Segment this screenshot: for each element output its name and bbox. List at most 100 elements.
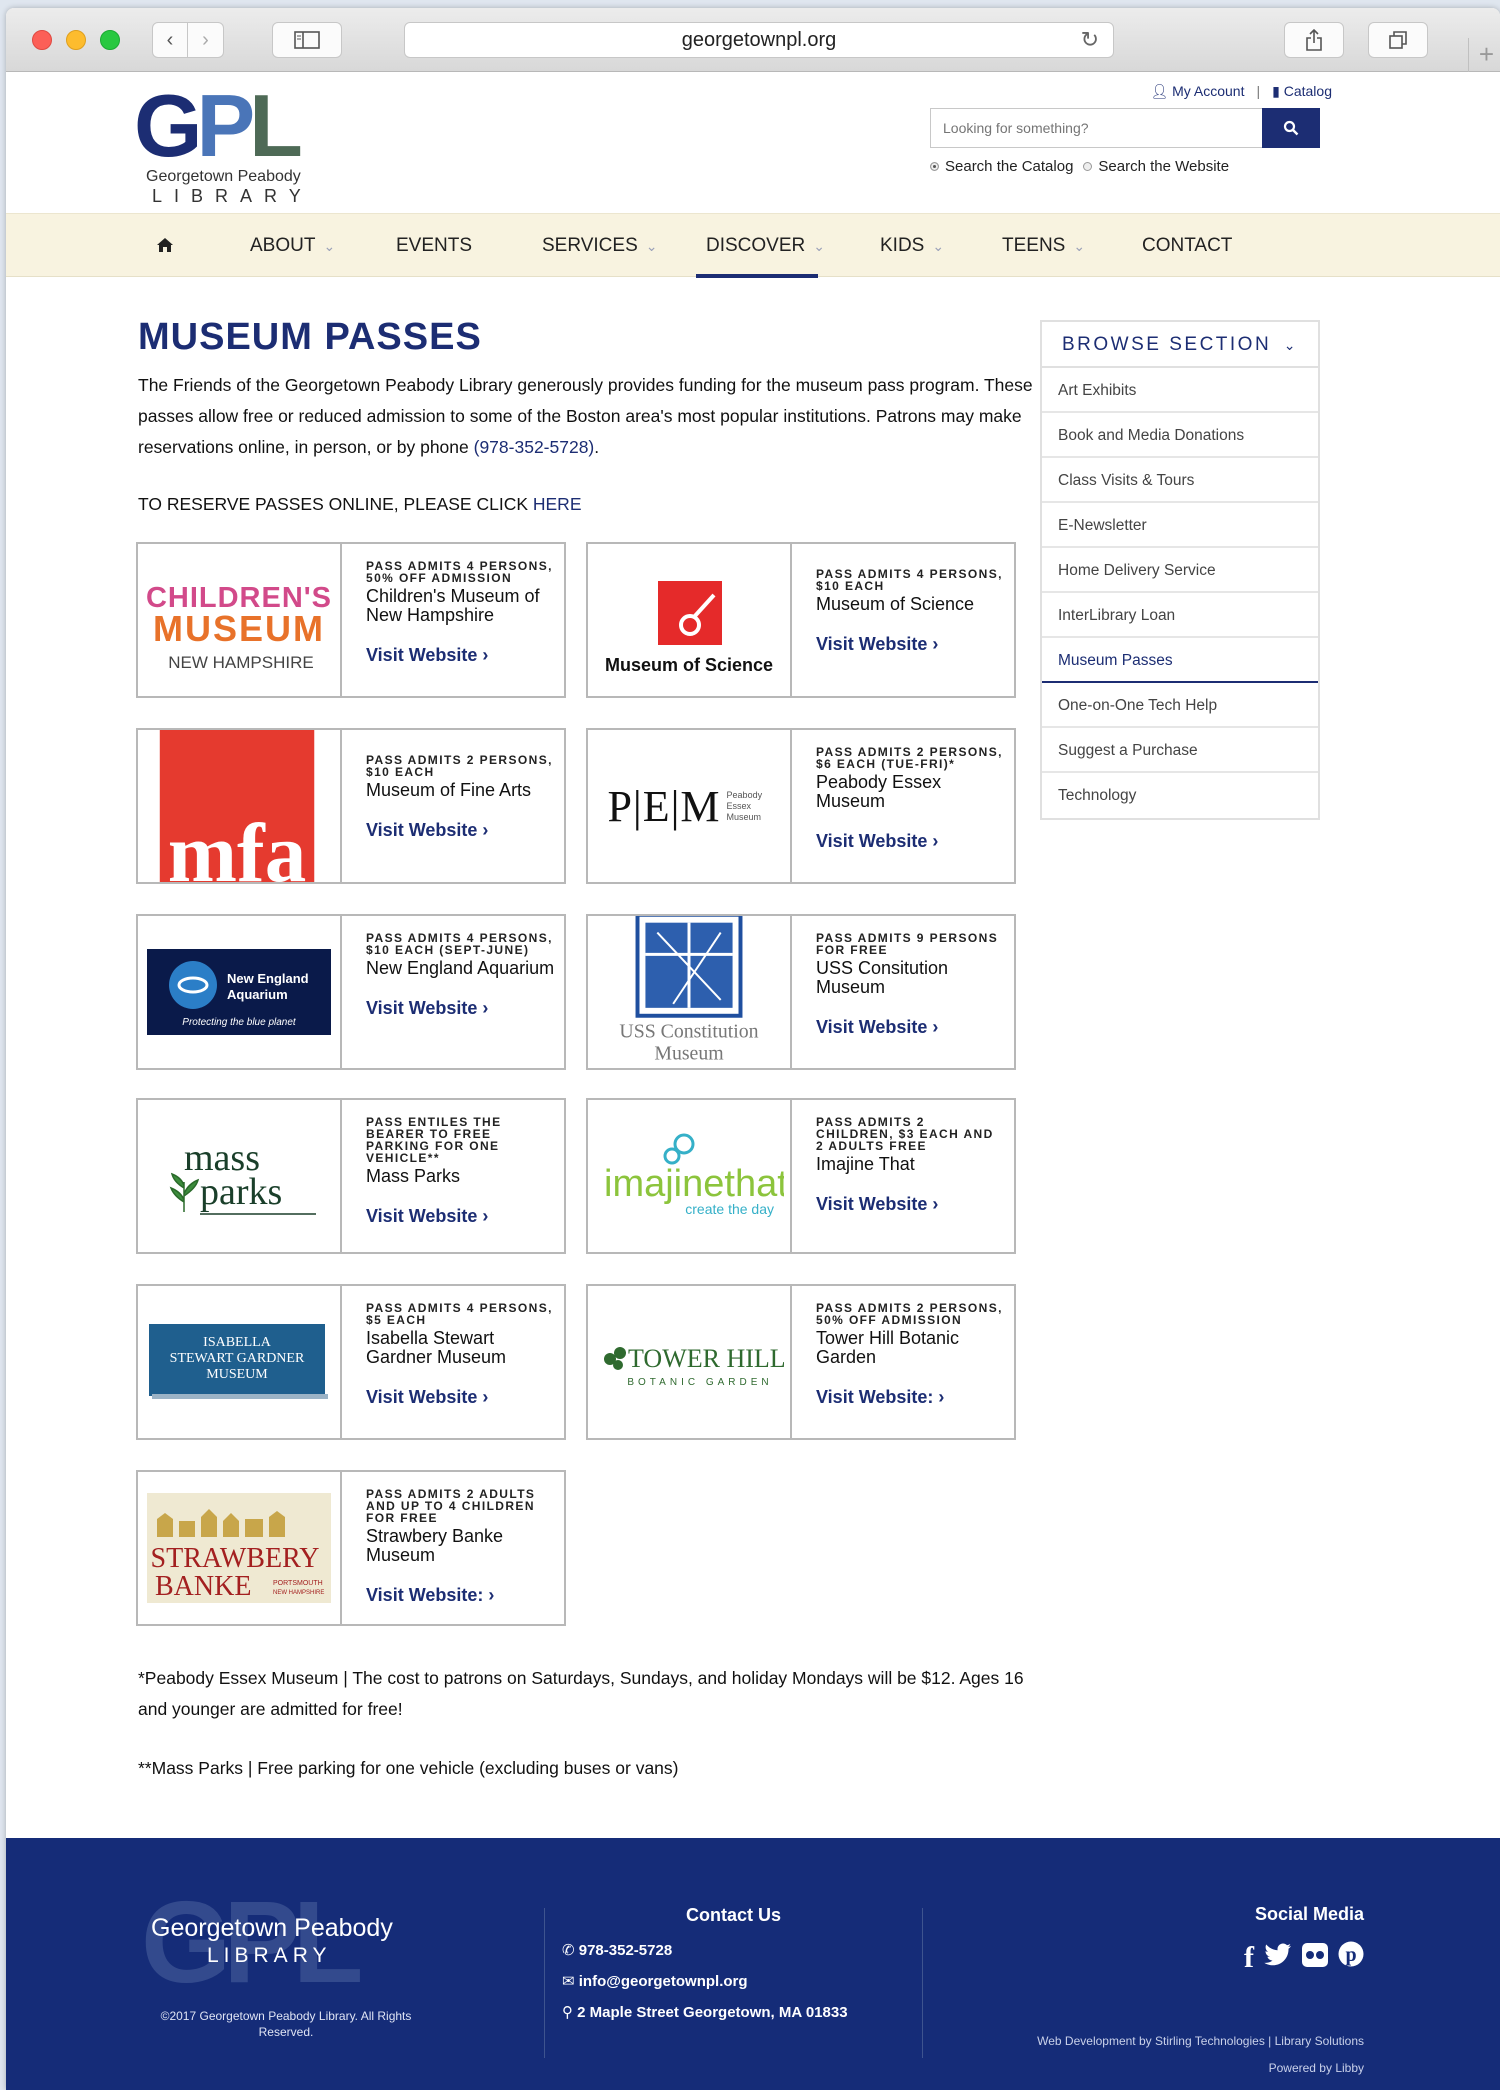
back-button[interactable]: ‹ bbox=[152, 22, 188, 58]
pass-info: PASS ENTILES THE BEARER TO FREE PARKING … bbox=[342, 1100, 564, 1252]
nav-events[interactable]: EVENTS bbox=[396, 214, 472, 278]
footer-social: Social Media f p bbox=[1244, 1904, 1364, 1975]
nav-about[interactable]: ABOUT ⌄ bbox=[250, 214, 335, 278]
reserve-here-link[interactable]: HERE bbox=[533, 494, 582, 514]
footnote-pem: *Peabody Essex Museum | The cost to patr… bbox=[138, 1668, 1024, 1719]
reload-icon[interactable]: ↻ bbox=[1081, 23, 1099, 57]
my-account-link[interactable]: 👤︎ My Account bbox=[1150, 83, 1244, 100]
visit-website-link[interactable]: Visit Website › bbox=[816, 1194, 938, 1215]
visit-website-link[interactable]: Visit Website › bbox=[816, 1017, 938, 1038]
close-window-button[interactable] bbox=[32, 30, 52, 50]
nav-kids[interactable]: KIDS ⌄ bbox=[880, 214, 944, 278]
footer-logo[interactable]: GPL Georgetown Peabody LIBRARY bbox=[141, 1884, 401, 2004]
visit-website-link[interactable]: Visit Website › bbox=[366, 1206, 488, 1227]
visit-website-link[interactable]: Visit Website › bbox=[366, 998, 488, 1019]
envelope-icon: ✉ bbox=[562, 1973, 575, 1990]
home-icon bbox=[157, 238, 173, 252]
pass-card-mfa: mfa PASS ADMITS 2 PERSONS, $10 EACH Muse… bbox=[136, 728, 566, 884]
sidebar-item-museum-passes[interactable]: Museum Passes bbox=[1042, 638, 1318, 683]
mfa-logo: mfa bbox=[138, 730, 342, 882]
tabs-overview-button[interactable] bbox=[1368, 22, 1428, 58]
sidebar-item-tech-help[interactable]: One-on-One Tech Help bbox=[1042, 683, 1318, 728]
forward-button[interactable]: › bbox=[188, 22, 224, 58]
svg-text:BANKE: BANKE bbox=[155, 1571, 251, 1602]
nav-teens[interactable]: TEENS ⌄ bbox=[1002, 214, 1085, 278]
visit-website-link[interactable]: Visit Website › bbox=[816, 634, 938, 655]
pass-name: New England Aquarium bbox=[366, 958, 555, 978]
visit-website-link[interactable]: Visit Website › bbox=[366, 645, 488, 666]
address-bar[interactable]: georgetownpl.org ↻ bbox=[404, 22, 1114, 58]
search-button[interactable] bbox=[1262, 108, 1320, 148]
footnotes: *Peabody Essex Museum | The cost to patr… bbox=[138, 1663, 1038, 1784]
catalog-link[interactable]: ▮ Catalog bbox=[1272, 83, 1332, 100]
sidebar-item-book-media-donations[interactable]: Book and Media Donations bbox=[1042, 413, 1318, 458]
chevron-right-icon: › bbox=[482, 645, 489, 665]
flickr-icon[interactable] bbox=[1302, 1941, 1328, 1975]
visit-website-link[interactable]: Visit Website: › bbox=[366, 1585, 494, 1606]
footer-contact: Contact Us ✆ 978-352-5728 ✉ info@georget… bbox=[562, 1900, 848, 2028]
new-tab-button[interactable]: + bbox=[1468, 38, 1500, 72]
pass-admits: PASS ADMITS 4 PERSONS, $10 EACH (SEPT-JU… bbox=[366, 931, 553, 957]
strawbery-banke-logo: STRAWBERY BANKE PORTSMOUTH NEW HAMPSHIRE bbox=[138, 1472, 342, 1624]
sidebar-item-e-newsletter[interactable]: E-Newsletter bbox=[1042, 503, 1318, 548]
sidebar-toggle-button[interactable] bbox=[272, 22, 342, 58]
url-text: georgetownpl.org bbox=[681, 29, 837, 51]
facebook-icon[interactable]: f bbox=[1244, 1941, 1254, 1975]
pass-info: PASS ADMITS 2 CHILDREN, $3 EACH AND 2 AD… bbox=[792, 1100, 1014, 1252]
nav-home[interactable] bbox=[156, 214, 174, 278]
visit-website-link[interactable]: Visit Website › bbox=[366, 820, 488, 841]
pass-card-uss-constitution: USS Constitution Museum PASS ADMITS 9 PE… bbox=[586, 914, 1016, 1070]
powered-by-credit[interactable]: Powered by Libby bbox=[1037, 2055, 1364, 2082]
footer-email[interactable]: ✉ info@georgetownpl.org bbox=[562, 1966, 848, 1997]
phone-link[interactable]: (978-352-5728) bbox=[474, 437, 595, 457]
nav-active-indicator bbox=[696, 274, 818, 278]
logo-library-line: LIBRARY bbox=[152, 186, 313, 206]
mass-parks-logo-image: mass parks bbox=[169, 1137, 316, 1215]
mfa-logo-image: mfa bbox=[159, 730, 315, 882]
nav-contact[interactable]: CONTACT bbox=[1142, 214, 1232, 278]
pass-info: PASS ADMITS 4 PERSONS, $10 EACH (SEPT-JU… bbox=[342, 916, 564, 1068]
zoom-window-button[interactable] bbox=[100, 30, 120, 50]
sidebar-item-art-exhibits[interactable]: Art Exhibits bbox=[1042, 368, 1318, 413]
pinterest-icon[interactable]: p bbox=[1338, 1941, 1364, 1975]
footer-phone[interactable]: ✆ 978-352-5728 bbox=[562, 1935, 848, 1966]
chevron-right-icon: › bbox=[482, 820, 489, 840]
gardner-museum-logo-image: ISABELLA STEWART GARDNER MUSEUM bbox=[149, 1324, 328, 1399]
site-logo[interactable]: GPL Georgetown Peabody LIBRARY bbox=[134, 82, 314, 212]
mass-parks-logo: mass parks bbox=[138, 1100, 342, 1252]
pem-logo: P|E|M Peabody Essex Museum bbox=[588, 730, 792, 882]
minimize-window-button[interactable] bbox=[66, 30, 86, 50]
radio-search-website[interactable]: Search the Website bbox=[1083, 158, 1229, 175]
nav-discover[interactable]: DISCOVER ⌄ bbox=[706, 214, 825, 278]
museum-of-science-logo-image: Museum of Science bbox=[605, 581, 773, 675]
search-input[interactable] bbox=[930, 108, 1262, 148]
twitter-icon[interactable] bbox=[1264, 1941, 1292, 1975]
social-heading: Social Media bbox=[1254, 1904, 1364, 1924]
web-development-credit[interactable]: Web Development by Stirling Technologies… bbox=[1037, 2028, 1364, 2055]
svg-text:Aquarium: Aquarium bbox=[227, 987, 288, 1002]
sidebar-item-technology[interactable]: Technology bbox=[1042, 773, 1318, 818]
radio-search-catalog[interactable]: Search the Catalog bbox=[930, 158, 1073, 175]
aquarium-logo: New England Aquarium Protecting the blue… bbox=[138, 916, 342, 1068]
visit-website-link[interactable]: Visit Website › bbox=[366, 1387, 488, 1408]
visit-website-link[interactable]: Visit Website › bbox=[816, 831, 938, 852]
chevron-right-icon: › bbox=[482, 1206, 489, 1226]
pass-info: PASS ADMITS 4 PERSONS, 50% OFF ADMISSION… bbox=[342, 544, 564, 696]
share-button[interactable] bbox=[1284, 22, 1344, 58]
pass-info: PASS ADMITS 2 PERSONS, $10 EACH Museum o… bbox=[342, 730, 564, 882]
pass-card-pem: P|E|M Peabody Essex Museum PASS ADMITS 2… bbox=[586, 728, 1016, 884]
pass-admits: PASS ADMITS 2 PERSONS, $10 EACH bbox=[366, 753, 553, 779]
sidebar-item-class-visits[interactable]: Class Visits & Tours bbox=[1042, 458, 1318, 503]
pass-name: USS Consitution Museum bbox=[816, 958, 949, 997]
contact-heading: Contact Us bbox=[686, 1905, 782, 1925]
main-nav: ABOUT ⌄ EVENTS SERVICES ⌄ DISCOVER ⌄ KIDS ⌄ … bbox=[6, 213, 1500, 278]
nav-services[interactable]: SERVICES ⌄ bbox=[542, 214, 657, 278]
sidebar-item-home-delivery[interactable]: Home Delivery Service bbox=[1042, 548, 1318, 593]
tabs-icon bbox=[1389, 31, 1407, 49]
visit-website-link[interactable]: Visit Website: › bbox=[816, 1387, 944, 1408]
sidebar-item-interlibrary-loan[interactable]: InterLibrary Loan bbox=[1042, 593, 1318, 638]
childrens-museum-logo-sub: NEW HAMPSHIRE bbox=[168, 653, 313, 672]
browse-section-toggle[interactable]: BROWSE SECTION ⌄ bbox=[1042, 322, 1318, 368]
chevron-right-icon: › bbox=[482, 1387, 489, 1407]
sidebar-item-suggest-purchase[interactable]: Suggest a Purchase bbox=[1042, 728, 1318, 773]
